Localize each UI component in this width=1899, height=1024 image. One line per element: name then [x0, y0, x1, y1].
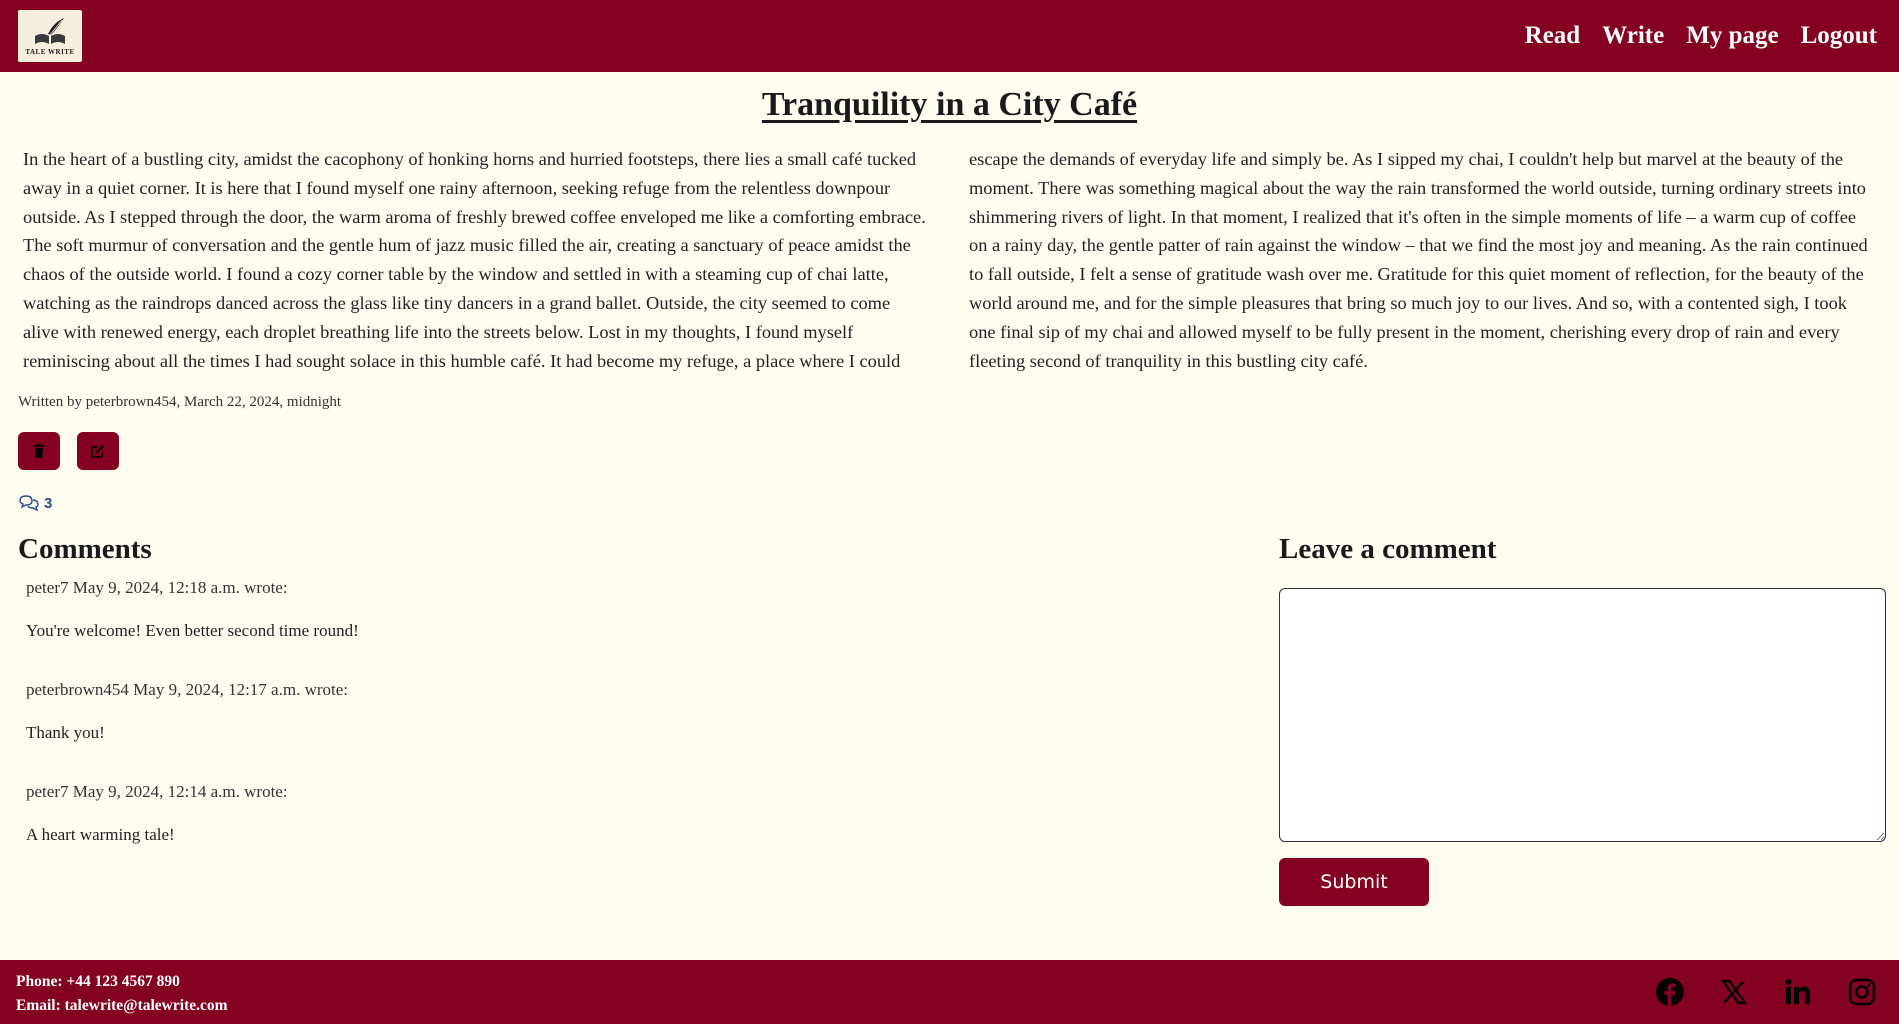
edit-post-button[interactable] [77, 432, 119, 470]
comment-count: 3 [18, 494, 52, 512]
instagram-icon[interactable] [1847, 977, 1877, 1007]
navbar: TALE WRITE Read Write My page Logout [0, 0, 1899, 72]
comment-text: A heart warming tale! [26, 825, 175, 844]
post-title: Tranquility in a City Café [761, 86, 1138, 123]
comment-item: peterbrown454 May 9, 2024, 12:17 a.m. wr… [26, 678, 1226, 780]
comment-meta: peterbrown454 May 9, 2024, 12:17 a.m. wr… [26, 680, 348, 699]
leave-comment-heading: Leave a comment [1279, 533, 1497, 565]
submit-comment-button[interactable]: Submit [1279, 858, 1429, 906]
contact-info: Phone: +44 123 4567 890 Email: talewrite… [16, 970, 228, 1018]
comment-meta: peter7 May 9, 2024, 12:14 a.m. wrote: [26, 782, 288, 801]
edit-icon [91, 444, 105, 458]
comment-text: Thank you! [26, 723, 105, 742]
comment-textarea[interactable] [1279, 588, 1886, 842]
book-quill-icon [35, 18, 65, 44]
comments-list: peter7 May 9, 2024, 12:18 a.m. wrote: Yo… [26, 576, 1226, 882]
nav-logout[interactable]: Logout [1801, 22, 1877, 50]
footer-email: Email: talewrite@talewrite.com [16, 997, 228, 1014]
footer-phone: Phone: +44 123 4567 890 [16, 973, 180, 990]
nav-my-page[interactable]: My page [1686, 22, 1778, 50]
logo-text: TALE WRITE [25, 48, 75, 56]
post-body: In the heart of a bustling city, amidst … [23, 149, 1868, 371]
nav-links: Read Write My page Logout [1525, 0, 1877, 72]
comment-item: peter7 May 9, 2024, 12:14 a.m. wrote: A … [26, 780, 1226, 882]
comments-heading: Comments [18, 533, 152, 565]
trash-icon [34, 443, 44, 458]
comment-meta: peter7 May 9, 2024, 12:18 a.m. wrote: [26, 578, 288, 597]
nav-write[interactable]: Write [1602, 22, 1664, 50]
comment-item: peter7 May 9, 2024, 12:18 a.m. wrote: Yo… [26, 576, 1226, 678]
comments-icon [19, 495, 39, 512]
site-logo[interactable]: TALE WRITE [18, 10, 82, 62]
comment-text: You're welcome! Even better second time … [26, 621, 359, 640]
comment-count-value: 3 [44, 494, 53, 512]
post-byline: Written by peterbrown454, March 22, 2024… [18, 394, 342, 410]
footer: Phone: +44 123 4567 890 Email: talewrite… [0, 960, 1899, 1024]
facebook-icon[interactable] [1655, 977, 1685, 1007]
nav-read[interactable]: Read [1525, 22, 1581, 50]
delete-post-button[interactable] [18, 432, 60, 470]
x-icon[interactable] [1719, 977, 1749, 1007]
linkedin-icon[interactable] [1783, 977, 1813, 1007]
social-links [1655, 960, 1877, 1024]
